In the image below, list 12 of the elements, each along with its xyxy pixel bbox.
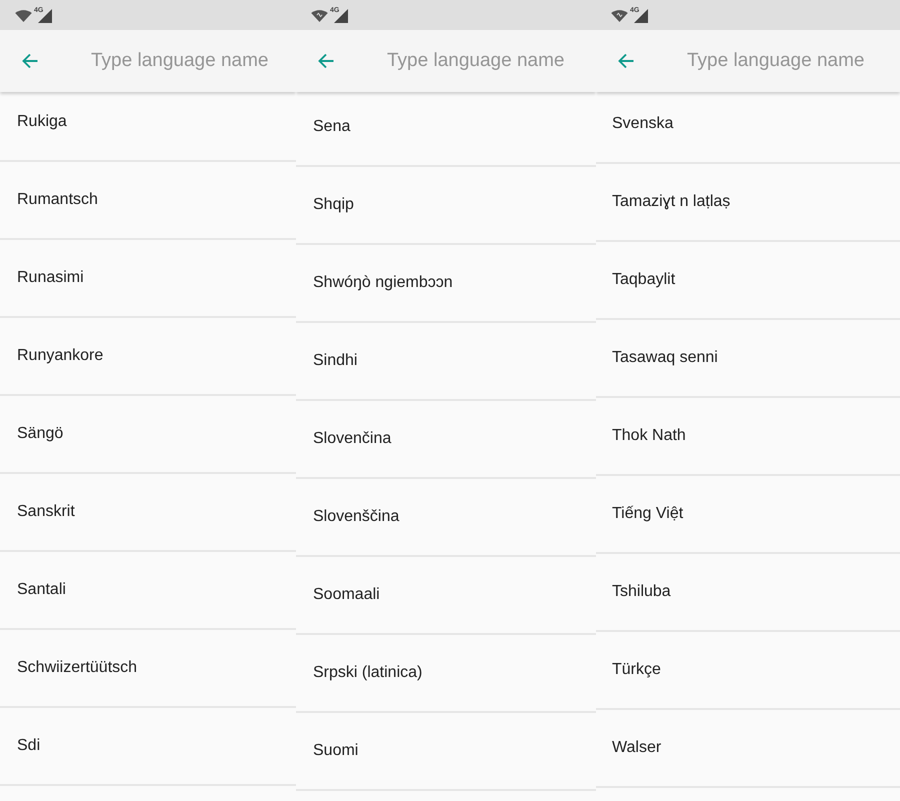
back-arrow-icon [618, 53, 634, 69]
language-item[interactable]: Türkçe [596, 632, 900, 710]
back-arrow-icon [22, 53, 38, 69]
language-item[interactable]: Svenska [596, 92, 900, 164]
language-item[interactable]: Walser [596, 710, 900, 788]
language-item[interactable]: Taqbaylit [596, 242, 900, 320]
language-item[interactable]: Tasawaq senni [596, 320, 900, 398]
language-item[interactable]: Tamaziɣt n laṭlaṣ [596, 164, 900, 242]
language-item[interactable]: Tshiluba [596, 554, 900, 632]
language-item[interactable]: Thok Nath [596, 398, 900, 476]
language-item[interactable]: Tiếng Việt [596, 476, 900, 554]
back-arrow-icon [318, 53, 334, 69]
